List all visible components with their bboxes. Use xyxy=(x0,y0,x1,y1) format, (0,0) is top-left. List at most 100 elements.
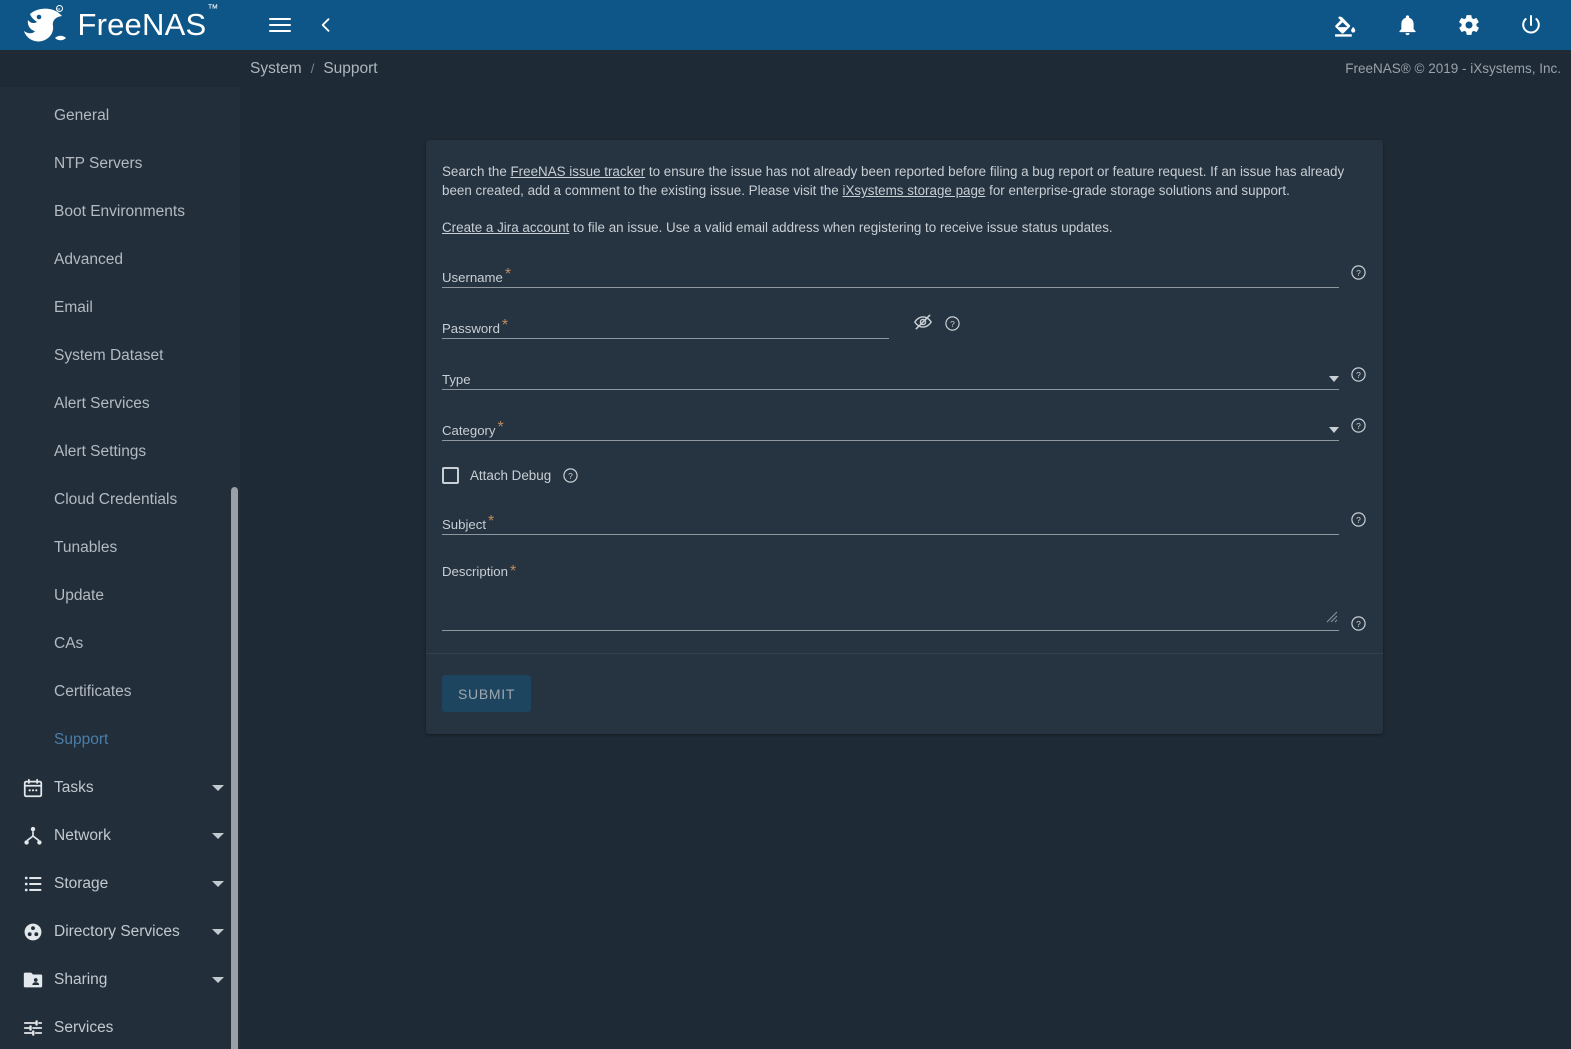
sidebar-item-certificates[interactable]: Certificates xyxy=(0,668,240,716)
sidebar-item-general[interactable]: General xyxy=(0,92,240,140)
sidebar: General NTP Servers Boot Environments Ad… xyxy=(0,87,240,1049)
sidebar-item-email[interactable]: Email xyxy=(0,284,240,332)
hamburger-icon[interactable] xyxy=(262,7,298,43)
svg-text:?: ? xyxy=(1356,515,1361,525)
category-select[interactable]: Category * xyxy=(442,411,1339,441)
freenas-issue-tracker-link[interactable]: FreeNAS issue tracker xyxy=(510,164,645,179)
sliders-icon xyxy=(12,1017,54,1039)
sidebar-item-alert-services[interactable]: Alert Services xyxy=(0,380,240,428)
sidebar-item-alert-settings[interactable]: Alert Settings xyxy=(0,428,240,476)
chevron-left-icon[interactable] xyxy=(308,7,344,43)
chevron-down-icon[interactable] xyxy=(1329,427,1339,433)
breadcrumb: System / Support xyxy=(250,60,378,78)
create-jira-account-link[interactable]: Create a Jira account xyxy=(442,220,569,235)
type-help-icon[interactable]: ? xyxy=(1350,366,1367,388)
required-marker: * xyxy=(504,266,512,283)
sidebar-item-label: Services xyxy=(54,1019,114,1036)
freenas-app: R FreeNAS™ System / Support FreeNAS® © 2… xyxy=(0,0,1571,1049)
breadcrumb-current[interactable]: Support xyxy=(323,60,377,78)
username-input[interactable]: Username * xyxy=(442,258,1339,288)
required-marker: * xyxy=(497,419,504,436)
category-help-icon[interactable]: ? xyxy=(1350,417,1367,439)
attach-debug-label: Attach Debug xyxy=(470,468,552,483)
sidebar-item-network[interactable]: Network xyxy=(0,812,240,860)
theme-icon[interactable] xyxy=(1327,7,1363,43)
sidebar-item-sharing[interactable]: Sharing xyxy=(0,956,240,1004)
type-field-group: Type ? xyxy=(442,360,1367,390)
type-select[interactable]: Type xyxy=(442,360,1339,390)
visibility-off-icon[interactable] xyxy=(913,312,933,337)
sidebar-item-label: Alert Settings xyxy=(54,443,147,460)
sidebar-item-label: Alert Services xyxy=(54,395,150,412)
chevron-down-icon[interactable] xyxy=(212,977,224,983)
description-help-icon[interactable]: ? xyxy=(1350,615,1367,637)
required-marker: * xyxy=(501,317,509,334)
subject-help-icon[interactable]: ? xyxy=(1350,511,1367,533)
sidebar-item-label: Sharing xyxy=(54,971,108,988)
svg-text:?: ? xyxy=(1356,268,1361,278)
breadcrumb-root[interactable]: System xyxy=(250,60,302,78)
brand-name-text: FreeNAS xyxy=(77,7,207,42)
chevron-down-icon[interactable] xyxy=(212,929,224,935)
top-bar: R FreeNAS™ xyxy=(0,0,1571,50)
password-field-group: Password * ? xyxy=(442,309,1367,339)
submit-button[interactable]: SUBMIT xyxy=(442,675,532,712)
attach-debug-help-icon[interactable]: ? xyxy=(562,467,579,484)
brand-logo-area[interactable]: R FreeNAS™ xyxy=(0,0,240,50)
chevron-down-icon[interactable] xyxy=(212,833,224,839)
sidebar-item-services[interactable]: Services xyxy=(0,1004,240,1049)
ixsystems-storage-page-link[interactable]: iXsystems storage page xyxy=(842,183,985,198)
chevron-down-icon[interactable] xyxy=(1329,376,1339,382)
chevron-down-icon[interactable] xyxy=(212,881,224,887)
sidebar-item-advanced[interactable]: Advanced xyxy=(0,236,240,284)
settings-icon[interactable] xyxy=(1451,7,1487,43)
support-form-body: Search the FreeNAS issue tracker to ensu… xyxy=(426,140,1383,631)
sidebar-item-cloud-credentials[interactable]: Cloud Credentials xyxy=(0,476,240,524)
sidebar-scrollbar[interactable] xyxy=(231,487,238,1049)
sidebar-item-support[interactable]: Support xyxy=(0,716,240,764)
password-input[interactable]: Password * xyxy=(442,309,889,339)
sidebar-item-label: Email xyxy=(54,299,93,316)
sidebar-item-tasks[interactable]: Tasks xyxy=(0,764,240,812)
svg-text:?: ? xyxy=(1356,619,1361,629)
sidebar-item-label: General xyxy=(54,107,110,124)
sidebar-item-label: Boot Environments xyxy=(54,203,185,220)
sidebar-item-label: Tunables xyxy=(54,539,118,556)
type-label: Type xyxy=(442,371,471,387)
chevron-down-icon[interactable] xyxy=(212,785,224,791)
resize-grip-icon[interactable] xyxy=(1326,610,1338,628)
description-textarea[interactable]: Description * xyxy=(442,561,1339,631)
sidebar-item-directory-services[interactable]: Directory Services xyxy=(0,908,240,956)
category-field-group: Category * ? xyxy=(442,411,1367,441)
power-icon[interactable] xyxy=(1513,7,1549,43)
sidebar-scrollbar-thumb[interactable] xyxy=(231,487,238,1049)
svg-text:?: ? xyxy=(950,319,955,329)
support-intro-paragraph-1: Search the FreeNAS issue tracker to ensu… xyxy=(442,162,1367,200)
subject-input[interactable]: Subject * xyxy=(442,505,1339,535)
sidebar-item-update[interactable]: Update xyxy=(0,572,240,620)
calendar-icon xyxy=(12,777,54,799)
intro-text-c: for enterprise-grade storage solutions a… xyxy=(985,183,1290,198)
sidebar-item-boot-environments[interactable]: Boot Environments xyxy=(0,188,240,236)
sidebar-item-system-dataset[interactable]: System Dataset xyxy=(0,332,240,380)
password-help-icon[interactable]: ? xyxy=(944,315,961,337)
sidebar-item-tunables[interactable]: Tunables xyxy=(0,524,240,572)
category-label: Category xyxy=(442,422,496,438)
sidebar-item-ntp-servers[interactable]: NTP Servers xyxy=(0,140,240,188)
sidebar-item-storage[interactable]: Storage xyxy=(0,860,240,908)
username-label: Username xyxy=(442,269,503,285)
notifications-icon[interactable] xyxy=(1389,7,1425,43)
username-help-icon[interactable]: ? xyxy=(1350,264,1367,286)
sidebar-item-label: Storage xyxy=(54,875,109,892)
support-form-footer: SUBMIT xyxy=(426,653,1383,734)
sidebar-item-label: Cloud Credentials xyxy=(54,491,178,508)
brand-name: FreeNAS™ xyxy=(77,3,218,43)
support-intro-paragraph-2: Create a Jira account to file an issue. … xyxy=(442,218,1367,237)
sidebar-item-cas[interactable]: CAs xyxy=(0,620,240,668)
sidebar-item-label: System Dataset xyxy=(54,347,164,364)
sidebar-item-label: Support xyxy=(54,731,109,748)
sidebar-scroll-area: General NTP Servers Boot Environments Ad… xyxy=(0,87,240,1049)
breadcrumb-bar: System / Support FreeNAS® © 2019 - iXsys… xyxy=(0,50,1571,87)
sidebar-item-label: Tasks xyxy=(54,779,94,796)
attach-debug-checkbox[interactable] xyxy=(442,467,459,484)
